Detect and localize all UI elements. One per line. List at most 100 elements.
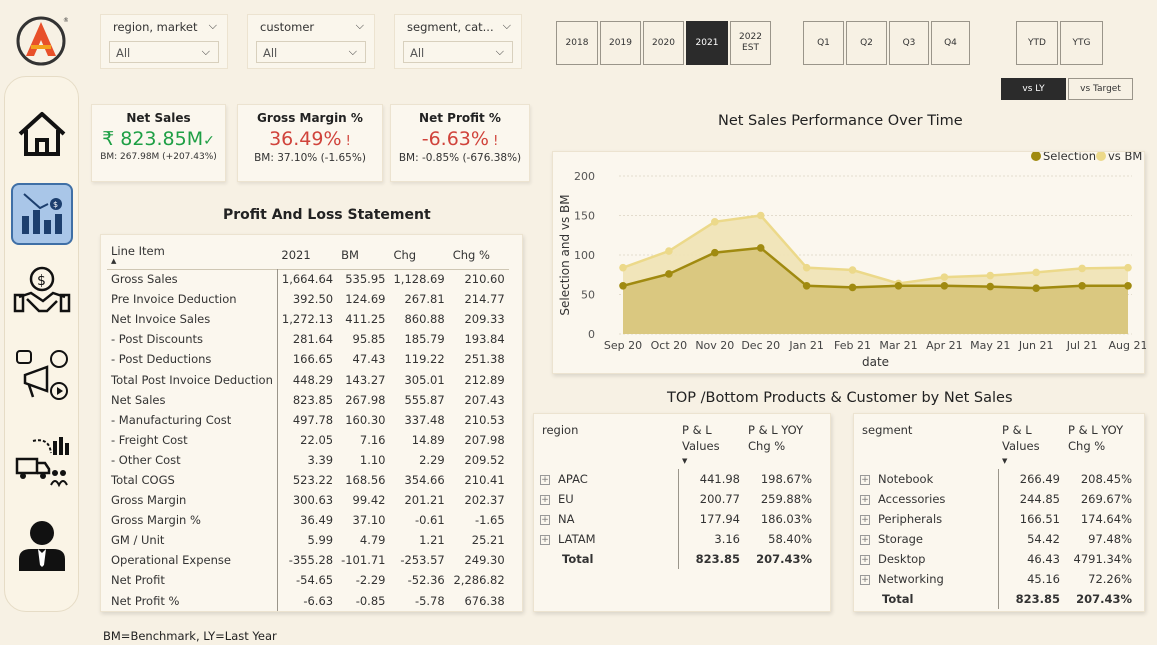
table-row[interactable]: Net Invoice Sales 1,272.13 411.25 860.88 209… bbox=[107, 309, 509, 330]
table-row[interactable]: - Freight Cost 22.05 7.16 14.89 207.98 bbox=[107, 429, 509, 450]
filter-region-market[interactable]: region, market ⌵ All ⌵ bbox=[100, 14, 228, 69]
table-row[interactable]: Operational Expense -355.28 -101.71 -253.57… bbox=[107, 550, 509, 571]
sort-icon[interactable]: ▼ bbox=[1002, 453, 1060, 469]
chevron-down-icon[interactable]: ⌵ bbox=[503, 19, 511, 33]
sort-icon[interactable]: ▲ bbox=[111, 257, 277, 265]
expand-icon[interactable]: + bbox=[860, 554, 870, 565]
value-cell: 441.98 bbox=[699, 472, 740, 486]
table-row[interactable]: + APAC 441.98 198.67% bbox=[540, 469, 812, 489]
expand-icon[interactable]: + bbox=[540, 474, 550, 485]
quarter-button-q2[interactable]: Q2 bbox=[846, 21, 887, 65]
nav-executive[interactable] bbox=[13, 517, 71, 575]
table-row[interactable]: - Other Cost 3.39 1.10 2.29 209.52 bbox=[107, 449, 509, 470]
filter-customer[interactable]: customer ⌵ All ⌵ bbox=[247, 14, 375, 69]
filter-segment-category[interactable]: segment, cat... ⌵ All ⌵ bbox=[394, 14, 522, 69]
year-button-2019[interactable]: 2019 bbox=[600, 21, 641, 65]
line-item-cell: Total Post Invoice Deduction bbox=[107, 369, 278, 390]
table-row[interactable]: - Manufacturing Cost 497.78 160.30 337.48 21… bbox=[107, 409, 509, 430]
table-row[interactable]: Net Profit % -6.63 -0.85 -5.78 676.38 bbox=[107, 590, 509, 611]
table-row[interactable]: + Peripherals 166.51 174.64% bbox=[860, 509, 1132, 529]
chart-title: Net Sales Performance Over Time bbox=[718, 113, 963, 129]
column-header[interactable]: 2021 bbox=[277, 241, 337, 269]
legend-label[interactable]: Selection bbox=[1043, 152, 1096, 163]
value-cell: 22.05 bbox=[300, 432, 334, 447]
expand-icon[interactable]: + bbox=[540, 514, 550, 525]
expand-icon[interactable]: + bbox=[540, 494, 550, 505]
table-row[interactable]: Pre Invoice Deduction 392.50 124.69 267.81 2… bbox=[107, 289, 509, 310]
quarter-button-q3[interactable]: Q3 bbox=[889, 21, 929, 65]
line-item-cell: Total COGS bbox=[107, 469, 278, 491]
kpi-value-text: ₹ 823.85M bbox=[102, 128, 204, 150]
chevron-down-icon[interactable]: ⌵ bbox=[356, 19, 364, 33]
column-header[interactable]: Chg % bbox=[449, 241, 509, 269]
legend-label[interactable]: vs BM bbox=[1108, 152, 1142, 163]
column-header[interactable]: P & L YOY Chg % bbox=[1060, 422, 1132, 469]
expand-icon[interactable]: + bbox=[540, 534, 550, 545]
name-label: EU bbox=[558, 492, 574, 506]
table-row[interactable]: Gross Margin 300.63 99.42 201.21 202.37 bbox=[107, 490, 509, 511]
table-row[interactable]: - Post Discounts 281.64 95.85 185.79 193.84 bbox=[107, 329, 509, 350]
quarter-button-q4[interactable]: Q4 bbox=[931, 21, 970, 65]
nav-finance[interactable]: $ bbox=[11, 183, 73, 245]
column-header[interactable]: segment bbox=[860, 422, 998, 469]
nav-supply-chain[interactable] bbox=[13, 433, 71, 491]
table-row[interactable]: + Notebook 266.49 208.45% bbox=[860, 469, 1132, 489]
table-row[interactable]: GM / Unit 5.99 4.79 1.21 25.21 bbox=[107, 530, 509, 551]
table-row[interactable]: Total COGS 523.22 168.56 354.66 210.41 bbox=[107, 469, 509, 491]
ytd-button[interactable]: YTD bbox=[1016, 21, 1058, 65]
svg-text:$: $ bbox=[37, 273, 46, 289]
column-header[interactable]: BM bbox=[337, 241, 389, 269]
column-header[interactable]: P & L Values ▼ bbox=[998, 422, 1060, 469]
column-header[interactable]: Line Item ▲ bbox=[107, 241, 277, 269]
table-row[interactable]: Net Profit -54.65 -2.29 -52.36 2,286.82 bbox=[107, 570, 509, 591]
table-row[interactable]: + LATAM 3.16 58.40% bbox=[540, 529, 812, 549]
table-row[interactable]: Total Post Invoice Deduction 448.29 143.27… bbox=[107, 369, 509, 390]
nav-marketing[interactable] bbox=[13, 347, 71, 405]
column-header[interactable]: Chg bbox=[389, 241, 448, 269]
table-row[interactable]: Net Sales 823.85 267.98 555.87 207.43 bbox=[107, 389, 509, 410]
column-header[interactable]: P & L Values ▼ bbox=[678, 422, 740, 469]
value-cell: 555.87 bbox=[404, 392, 445, 407]
table-row[interactable]: + Storage 54.42 97.48% bbox=[860, 529, 1132, 549]
year-button-2020[interactable]: 2020 bbox=[643, 21, 684, 65]
table-row[interactable]: + Desktop 46.43 4791.34% bbox=[860, 549, 1132, 569]
table-row[interactable]: + Accessories 244.85 269.67% bbox=[860, 489, 1132, 509]
x-tick-label: May 21 bbox=[970, 339, 1010, 352]
chevron-down-icon[interactable]: ⌵ bbox=[209, 19, 217, 33]
table-row[interactable]: Gross Sales 1,664.64 535.95 1,128.69 210.60 bbox=[107, 269, 509, 290]
expand-icon[interactable]: + bbox=[860, 514, 870, 525]
name-label: NA bbox=[558, 512, 575, 526]
sort-icon[interactable]: ▼ bbox=[682, 453, 740, 469]
table-row[interactable]: + Networking 45.16 72.26% bbox=[860, 569, 1132, 589]
value-cell: 411.25 bbox=[345, 312, 386, 327]
vs-ly-button[interactable]: vs LY bbox=[1001, 78, 1066, 100]
line-item-cell: Gross Margin % bbox=[107, 510, 278, 531]
expand-icon[interactable]: + bbox=[860, 574, 870, 585]
year-button-2018[interactable]: 2018 bbox=[556, 21, 598, 65]
filter-select[interactable]: All ⌵ bbox=[403, 41, 513, 63]
expand-icon[interactable]: + bbox=[860, 494, 870, 505]
name-cell: + APAC bbox=[540, 469, 679, 489]
line-item-cell: Net Profit bbox=[107, 570, 278, 591]
name-cell: + Notebook bbox=[860, 469, 999, 489]
ytg-button[interactable]: YTG bbox=[1060, 21, 1103, 65]
vs-target-button[interactable]: vs Target bbox=[1068, 78, 1133, 100]
name-cell: + Networking bbox=[860, 569, 999, 589]
filter-select[interactable]: All ⌵ bbox=[256, 41, 366, 63]
expand-icon[interactable]: + bbox=[860, 534, 870, 545]
quarter-button-q1[interactable]: Q1 bbox=[803, 21, 844, 65]
x-tick-label: Dec 20 bbox=[741, 339, 780, 352]
nav-sales[interactable]: $ bbox=[13, 263, 71, 321]
year-button-2022-est[interactable]: 2022 EST bbox=[730, 21, 771, 65]
nav-home[interactable] bbox=[13, 105, 71, 163]
table-row[interactable]: + EU 200.77 259.88% bbox=[540, 489, 812, 509]
year-button-2021[interactable]: 2021 bbox=[686, 21, 728, 65]
table-row[interactable]: + NA 177.94 186.03% bbox=[540, 509, 812, 529]
table-row[interactable]: - Post Deductions 166.65 47.43 119.22 251.38 bbox=[107, 349, 509, 370]
table-row[interactable]: Gross Margin % 36.49 37.10 -0.61 -1.65 bbox=[107, 510, 509, 531]
column-header[interactable]: P & L YOY Chg % bbox=[740, 422, 812, 469]
column-header[interactable]: region bbox=[540, 422, 678, 469]
filter-select[interactable]: All ⌵ bbox=[109, 41, 219, 63]
value-cell: 300.63 bbox=[292, 493, 334, 508]
expand-icon[interactable]: + bbox=[860, 474, 870, 485]
